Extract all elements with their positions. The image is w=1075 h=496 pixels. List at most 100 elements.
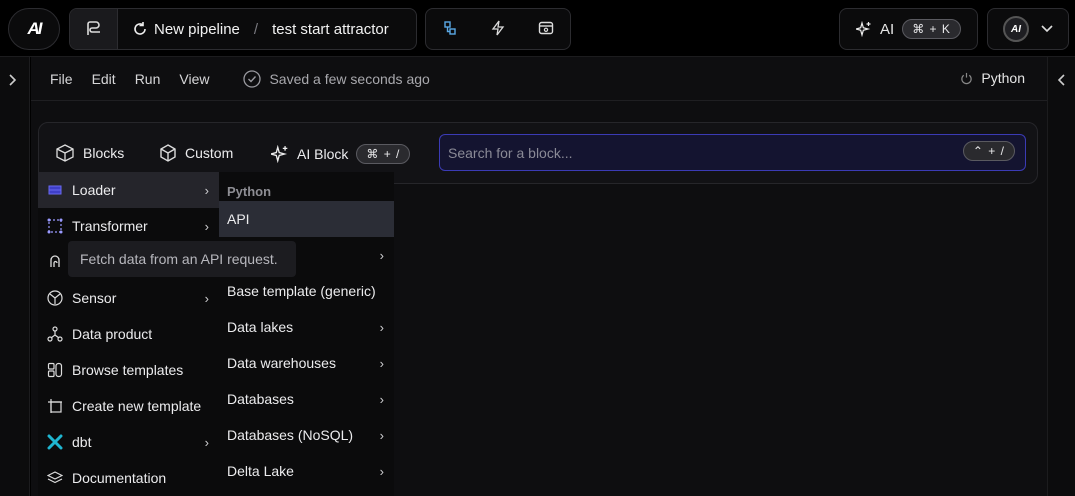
submenu-item-databases-nosql[interactable]: Databases (NoSQL) › (219, 417, 394, 453)
menu-item-sensor[interactable]: Sensor › (38, 280, 219, 316)
chevron-right-icon: › (204, 218, 209, 234)
tree-icon[interactable] (442, 20, 458, 39)
kernel-label: Python (981, 70, 1025, 86)
power-icon (961, 72, 973, 84)
submenu-item-label: Data lakes (227, 319, 294, 335)
blocks-button[interactable]: Blocks (55, 144, 124, 162)
menu-item-browse-templates[interactable]: Browse templates (38, 352, 219, 388)
menu-view[interactable]: View (179, 71, 209, 87)
menu-item-label: Browse templates (72, 362, 184, 378)
transformer-icon (46, 217, 64, 235)
ai-block-label: AI Block (297, 146, 349, 162)
menu-item-label: dbt (72, 434, 92, 450)
save-status-text: Saved a few seconds ago (269, 70, 430, 87)
chevron-right-icon: › (379, 463, 384, 479)
chevron-right-icon: › (204, 434, 209, 450)
create-template-icon (46, 397, 64, 415)
chevron-right-icon: › (379, 391, 384, 407)
menu-item-label: Loader (72, 182, 116, 198)
menu-bar: File Edit Run View Saved a few seconds a… (31, 57, 1047, 101)
menu-item-label: Sensor (72, 290, 117, 306)
cube-icon (160, 144, 176, 162)
search-shortcut-badge: ⌃ + / (962, 141, 1015, 161)
submenu-item-api[interactable]: API (219, 201, 394, 237)
menu-item-loader[interactable]: Loader › (38, 172, 219, 208)
submenu-item-label: Databases (227, 391, 294, 407)
sparkle-icon (271, 145, 288, 163)
chevron-right-icon: › (379, 427, 384, 443)
pipeline-breadcrumb-group: New pipeline / test start attractor (69, 8, 417, 50)
pipelines-button[interactable] (70, 9, 118, 49)
pipeline-icon (86, 21, 100, 35)
exporter-icon (46, 253, 64, 271)
submenu-item-data-warehouses[interactable]: Data warehouses › (219, 345, 394, 381)
right-sidebar-collapsed[interactable] (1047, 57, 1075, 496)
menu-item-create-template[interactable]: Create new template (38, 388, 219, 424)
chevron-right-icon: › (379, 355, 384, 371)
submenu-item-label: Data warehouses (227, 355, 336, 371)
templates-icon (46, 361, 64, 379)
tools-group (425, 8, 571, 50)
left-sidebar-collapsed[interactable] (0, 57, 30, 496)
submenu-item-data-lakes[interactable]: Data lakes › (219, 309, 394, 345)
submenu-item-label: API (227, 211, 250, 227)
save-status: Saved a few seconds ago (243, 69, 430, 88)
pipeline-name[interactable]: test start attractor (272, 21, 389, 38)
kernel-status[interactable]: Python (960, 70, 1025, 86)
menu-item-label: Documentation (72, 470, 167, 486)
menu-item-label: Data product (72, 326, 153, 342)
browser-icon[interactable] (538, 20, 554, 39)
data-product-icon (46, 325, 64, 343)
chevron-down-icon (1041, 25, 1053, 33)
menu-item-data-product[interactable]: Data product (38, 316, 219, 352)
submenu-item-delta-lake[interactable]: Delta Lake › (219, 453, 394, 489)
tooltip-text: Fetch data from an API request. (80, 251, 278, 267)
search-placeholder: Search for a block... (448, 144, 573, 161)
sensor-icon (46, 289, 64, 307)
user-menu-button[interactable]: AI (987, 8, 1069, 50)
chevron-right-icon: › (379, 319, 384, 335)
loader-icon (46, 181, 64, 199)
sparkle-icon (856, 21, 871, 37)
loader-submenu: Python API › Base template (generic) Dat… (219, 172, 394, 496)
new-pipeline-link[interactable]: New pipeline (154, 21, 240, 38)
menu-item-label: Transformer (72, 218, 148, 234)
breadcrumb: New pipeline / test start attractor (118, 21, 389, 38)
submenu-header: Python (227, 184, 272, 199)
menu-item-label: Create new template (72, 398, 202, 414)
home-logo-button[interactable]: AI (8, 8, 60, 50)
tooltip: Fetch data from an API request. (68, 241, 296, 277)
submenu-item-label: Base template (generic) (227, 283, 376, 299)
chevron-right-icon: › (204, 290, 209, 306)
chevron-right-icon[interactable] (9, 73, 17, 89)
ai-assistant-button[interactable]: AI ⌘ + K (839, 8, 978, 50)
menu-item-documentation[interactable]: Documentation (38, 460, 219, 496)
menu-edit[interactable]: Edit (92, 71, 116, 87)
submenu-item-base-template[interactable]: Base template (generic) (219, 273, 394, 309)
top-bar: AI New pipeline / test start attractor A… (0, 0, 1075, 57)
ai-shortcut-badge: ⌘ + K (902, 19, 961, 39)
menu-run[interactable]: Run (135, 71, 161, 87)
menu-item-dbt[interactable]: dbt › (38, 424, 219, 460)
custom-button[interactable]: Custom (159, 144, 233, 162)
blocks-label: Blocks (83, 145, 125, 161)
submenu-item-label: Databases (NoSQL) (227, 427, 354, 443)
menu-file[interactable]: File (50, 71, 73, 87)
breadcrumb-separator: / (253, 20, 259, 38)
dbt-icon (46, 433, 64, 451)
avatar: AI (1003, 16, 1029, 42)
submenu-item-label: Delta Lake (227, 463, 294, 479)
ai-block-button[interactable]: AI Block ⌘ + / (271, 144, 411, 164)
ai-block-shortcut-badge: ⌘ + / (356, 144, 411, 164)
custom-label: Custom (185, 145, 234, 161)
documentation-icon (46, 469, 64, 487)
ai-label: AI (880, 20, 895, 38)
chevron-left-icon[interactable] (1057, 73, 1065, 89)
menu-item-transformer[interactable]: Transformer › (38, 208, 219, 244)
lightning-icon[interactable] (490, 20, 506, 39)
chevron-right-icon: › (379, 247, 384, 263)
submenu-item-databases[interactable]: Databases › (219, 381, 394, 417)
chevron-right-icon: › (204, 182, 209, 198)
check-circle-icon (243, 69, 262, 88)
block-search-input[interactable]: Search for a block... ⌃ + / (439, 134, 1026, 171)
